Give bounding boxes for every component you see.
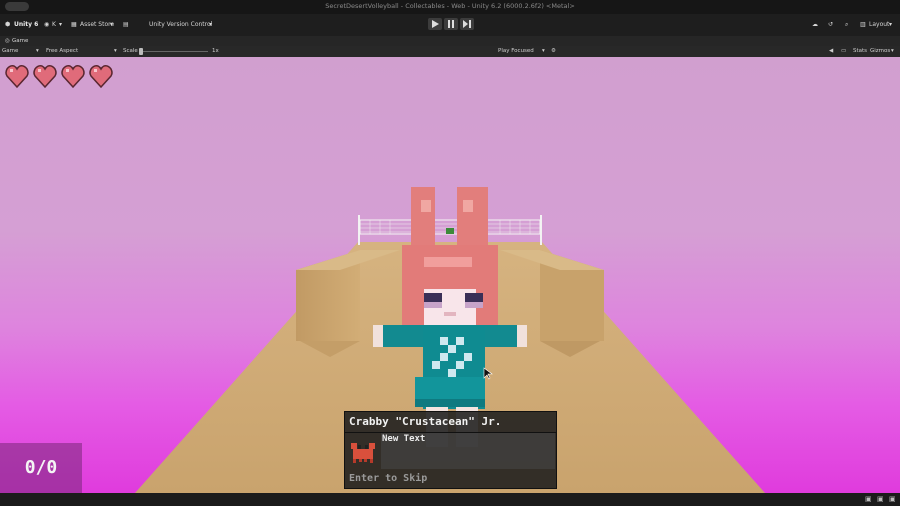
scale-label: Scale: [123, 48, 138, 54]
score-panel: 0/0: [0, 443, 82, 493]
main-toolbar: ⬢ Unity 6 ◉ K ▾ ▦ Asset Store ▾ ▤ Unity …: [0, 14, 900, 37]
stats-toggle[interactable]: Stats: [853, 48, 867, 54]
chevron-down-icon: ▾: [114, 48, 117, 54]
layout-dropdown[interactable]: Layout: [869, 21, 889, 28]
tab-game[interactable]: Game: [12, 38, 28, 44]
frame-debugger-icon[interactable]: ▭: [841, 48, 846, 54]
play-button[interactable]: [428, 18, 442, 30]
package-icon[interactable]: ▤: [123, 21, 129, 28]
dialog-speaker-name: Crabby "Crustacean" Jr.: [349, 415, 502, 428]
crab-icon: [347, 435, 379, 467]
pause-icon: [448, 20, 454, 28]
account-button[interactable]: K: [52, 21, 56, 28]
heart-icon: [89, 65, 113, 89]
game-viewport[interactable]: 0/0 Crabby "Crustacean" Jr. New Text Ent…: [0, 57, 900, 493]
dialog-box: Crabby "Crustacean" Jr. New Text Enter t…: [344, 411, 557, 489]
game-tab-icon: ◎: [5, 38, 10, 44]
window-title: SecretDesertVolleyball - Collectables - …: [325, 2, 575, 10]
dialog-text-area: New Text: [381, 433, 555, 469]
play-mode-dropdown[interactable]: Play Focused: [498, 48, 534, 54]
chevron-down-icon: ▾: [542, 48, 545, 54]
skip-hint: Enter to Skip: [349, 473, 428, 484]
scale-value: 1x: [212, 48, 219, 54]
hearts-hud: [5, 63, 115, 93]
score-counter: 0/0: [24, 457, 58, 478]
gizmos-toggle[interactable]: Gizmos: [870, 48, 890, 54]
chevron-down-icon: ▾: [110, 21, 114, 28]
chevron-down-icon: ▾: [891, 48, 894, 54]
chevron-down-icon: ▾: [36, 48, 39, 54]
version-control-button[interactable]: Unity Version Control: [149, 21, 212, 28]
layout-icon: ▥: [860, 21, 866, 28]
aspect-dropdown[interactable]: Free Aspect: [46, 48, 78, 54]
heart-icon: [5, 65, 29, 89]
status-bar: ▣ ▣ ▣: [0, 493, 900, 506]
heart-icon: [61, 65, 85, 89]
heart-icon: [33, 65, 57, 89]
chevron-down-icon: ▾: [889, 21, 893, 28]
play-icon: [432, 20, 439, 28]
settings-gear-icon[interactable]: ⚙: [551, 48, 556, 54]
scale-slider-handle[interactable]: [139, 48, 143, 55]
unity-menu-button[interactable]: Unity 6: [14, 21, 38, 28]
scale-slider[interactable]: [140, 51, 208, 52]
step-button[interactable]: [460, 18, 474, 30]
chevron-down-icon: ▾: [209, 21, 213, 28]
pause-button[interactable]: [444, 18, 458, 30]
mute-audio-icon[interactable]: ◀: [829, 48, 833, 54]
asset-store-icon: ▦: [71, 21, 77, 28]
console-icon[interactable]: ▣: [865, 495, 872, 503]
unity-icon[interactable]: ⬢: [5, 21, 10, 28]
chevron-down-icon: ▾: [59, 21, 63, 28]
dialog-text: New Text: [382, 434, 426, 444]
history-icon[interactable]: ↺: [828, 21, 833, 28]
search-icon[interactable]: ⌕: [845, 21, 848, 29]
step-icon: [463, 20, 471, 28]
tab-strip: ◎ Game: [0, 36, 900, 46]
display-dropdown[interactable]: Game: [2, 48, 18, 54]
distant-collectable: [446, 228, 454, 234]
account-icon[interactable]: ◉: [44, 21, 49, 28]
progress-icon[interactable]: ▣: [877, 495, 884, 503]
title-bar: SecretDesertVolleyball - Collectables - …: [0, 0, 900, 14]
cloud-icon[interactable]: ☁: [812, 21, 818, 28]
debug-mode-icon[interactable]: ▣: [889, 495, 896, 503]
